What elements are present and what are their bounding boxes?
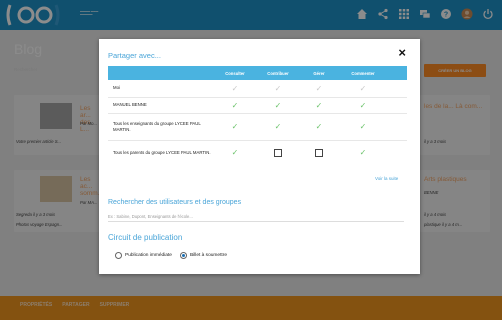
table-row: MANUEL BENNE ✓ ✓ ✓ ✓ <box>108 97 407 114</box>
permission-checkbox[interactable] <box>274 148 282 157</box>
table-header-name <box>108 66 212 80</box>
table-header: Contribuer <box>258 66 298 80</box>
user-search-input[interactable]: Ex : Sabine, Dupont, Enseignants de l'éc… <box>108 211 404 222</box>
permission-check-icon[interactable]: ✓ <box>360 101 367 110</box>
permission-check-icon[interactable]: ✓ <box>360 84 367 93</box>
table-header: Commenter <box>340 66 386 80</box>
permission-check-icon[interactable]: ✓ <box>232 101 239 110</box>
permission-check-icon[interactable]: ✓ <box>316 122 323 131</box>
submit-post-radio[interactable] <box>179 252 187 259</box>
see-more-link[interactable]: Voir la suite <box>375 176 398 181</box>
permission-checkbox[interactable] <box>315 148 323 157</box>
share-modal: Partager avec... × Consulter Contribuer … <box>99 39 420 274</box>
modal-title: Partager avec... <box>108 51 161 60</box>
permission-check-icon[interactable]: ✓ <box>275 122 282 131</box>
permission-check-icon[interactable]: ✓ <box>275 84 282 93</box>
publish-immediate-label: Publication immédiate <box>125 253 172 258</box>
row-name: MANUEL BENNE <box>108 97 212 114</box>
permissions-table: Consulter Contribuer Gérer Commenter Moi… <box>108 66 407 165</box>
table-header: Consulter <box>212 66 258 80</box>
publication-heading: Circuit de publication <box>108 233 183 242</box>
permission-check-icon[interactable]: ✓ <box>232 84 239 93</box>
row-name: Tous les parents du groupe LYCEE PAUL MA… <box>113 149 211 155</box>
submit-post-label: Billet à soumettre <box>189 253 227 258</box>
table-header: Gérer <box>298 66 340 80</box>
permission-check-icon[interactable]: ✓ <box>316 84 323 93</box>
publish-immediate-radio[interactable] <box>115 252 122 259</box>
permission-check-icon[interactable]: ✓ <box>232 148 239 157</box>
permission-check-icon[interactable]: ✓ <box>275 101 282 110</box>
permission-check-icon[interactable]: ✓ <box>316 101 323 110</box>
permission-check-icon[interactable]: ✓ <box>232 122 239 131</box>
search-heading: Rechercher des utilisateurs et des group… <box>108 199 242 206</box>
table-row: Moi ✓ ✓ ✓ ✓ <box>108 80 407 98</box>
row-name: Tous les enseignants du groupe LYCEE PAU… <box>108 113 212 141</box>
close-icon[interactable]: × <box>398 45 406 60</box>
table-row: Tous les enseignants du groupe LYCEE PAU… <box>108 113 407 141</box>
row-name: Moi <box>108 80 212 98</box>
permission-check-icon[interactable]: ✓ <box>360 122 367 131</box>
table-row: Tous les parents du groupe LYCEE PAUL MA… <box>108 140 407 165</box>
permission-check-icon[interactable]: ✓ <box>360 148 367 157</box>
